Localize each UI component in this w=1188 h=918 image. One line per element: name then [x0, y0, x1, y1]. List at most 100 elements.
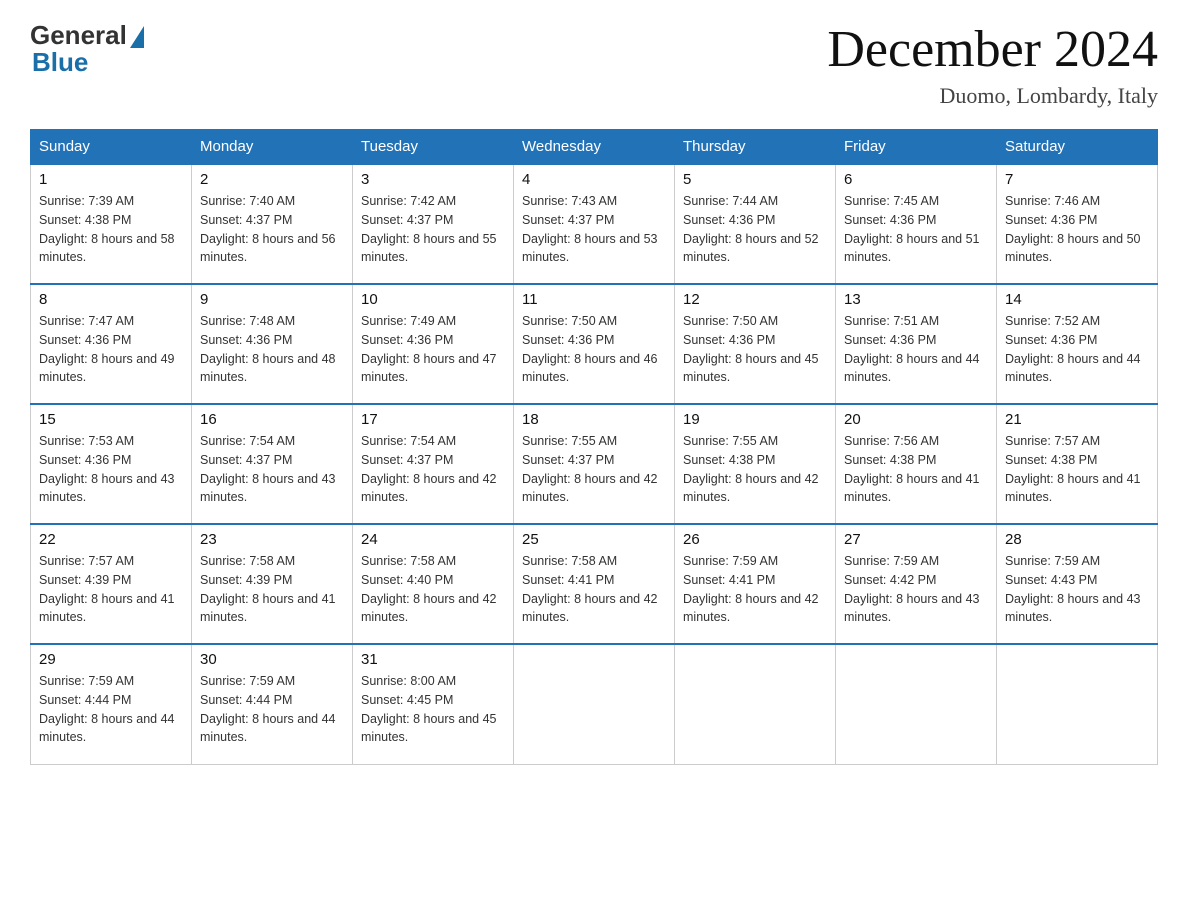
day-info: Sunrise: 7:58 AM Sunset: 4:40 PM Dayligh… [361, 552, 505, 627]
day-number: 30 [200, 651, 344, 668]
calendar-cell [675, 644, 836, 764]
weekday-header-wednesday: Wednesday [514, 130, 675, 165]
day-number: 7 [1005, 171, 1149, 188]
calendar-cell: 13 Sunrise: 7:51 AM Sunset: 4:36 PM Dayl… [836, 284, 997, 404]
day-number: 6 [844, 171, 988, 188]
day-info: Sunrise: 7:55 AM Sunset: 4:37 PM Dayligh… [522, 432, 666, 507]
day-number: 3 [361, 171, 505, 188]
day-number: 11 [522, 291, 666, 308]
weekday-header-thursday: Thursday [675, 130, 836, 165]
day-number: 17 [361, 411, 505, 428]
day-number: 18 [522, 411, 666, 428]
calendar-week-row: 8 Sunrise: 7:47 AM Sunset: 4:36 PM Dayli… [31, 284, 1158, 404]
weekday-header-sunday: Sunday [31, 130, 192, 165]
day-number: 26 [683, 531, 827, 548]
calendar-cell: 3 Sunrise: 7:42 AM Sunset: 4:37 PM Dayli… [353, 164, 514, 284]
weekday-header-saturday: Saturday [997, 130, 1158, 165]
day-info: Sunrise: 7:59 AM Sunset: 4:44 PM Dayligh… [39, 672, 183, 747]
calendar-table: SundayMondayTuesdayWednesdayThursdayFrid… [30, 129, 1158, 765]
calendar-week-row: 29 Sunrise: 7:59 AM Sunset: 4:44 PM Dayl… [31, 644, 1158, 764]
calendar-cell: 29 Sunrise: 7:59 AM Sunset: 4:44 PM Dayl… [31, 644, 192, 764]
day-number: 4 [522, 171, 666, 188]
day-info: Sunrise: 7:43 AM Sunset: 4:37 PM Dayligh… [522, 192, 666, 267]
day-info: Sunrise: 7:44 AM Sunset: 4:36 PM Dayligh… [683, 192, 827, 267]
day-info: Sunrise: 7:46 AM Sunset: 4:36 PM Dayligh… [1005, 192, 1149, 267]
calendar-cell: 17 Sunrise: 7:54 AM Sunset: 4:37 PM Dayl… [353, 404, 514, 524]
calendar-cell [514, 644, 675, 764]
day-number: 19 [683, 411, 827, 428]
day-number: 8 [39, 291, 183, 308]
calendar-cell: 14 Sunrise: 7:52 AM Sunset: 4:36 PM Dayl… [997, 284, 1158, 404]
day-number: 23 [200, 531, 344, 548]
day-info: Sunrise: 7:57 AM Sunset: 4:38 PM Dayligh… [1005, 432, 1149, 507]
calendar-cell: 28 Sunrise: 7:59 AM Sunset: 4:43 PM Dayl… [997, 524, 1158, 644]
calendar-cell: 24 Sunrise: 7:58 AM Sunset: 4:40 PM Dayl… [353, 524, 514, 644]
calendar-cell [836, 644, 997, 764]
day-info: Sunrise: 7:59 AM Sunset: 4:41 PM Dayligh… [683, 552, 827, 627]
calendar-cell: 25 Sunrise: 7:58 AM Sunset: 4:41 PM Dayl… [514, 524, 675, 644]
day-number: 15 [39, 411, 183, 428]
calendar-cell: 26 Sunrise: 7:59 AM Sunset: 4:41 PM Dayl… [675, 524, 836, 644]
logo: General Blue [30, 20, 144, 78]
day-info: Sunrise: 7:58 AM Sunset: 4:39 PM Dayligh… [200, 552, 344, 627]
day-number: 12 [683, 291, 827, 308]
day-info: Sunrise: 8:00 AM Sunset: 4:45 PM Dayligh… [361, 672, 505, 747]
day-number: 13 [844, 291, 988, 308]
calendar-cell: 21 Sunrise: 7:57 AM Sunset: 4:38 PM Dayl… [997, 404, 1158, 524]
calendar-cell: 19 Sunrise: 7:55 AM Sunset: 4:38 PM Dayl… [675, 404, 836, 524]
day-info: Sunrise: 7:53 AM Sunset: 4:36 PM Dayligh… [39, 432, 183, 507]
day-info: Sunrise: 7:51 AM Sunset: 4:36 PM Dayligh… [844, 312, 988, 387]
day-number: 22 [39, 531, 183, 548]
weekday-header-monday: Monday [192, 130, 353, 165]
logo-blue-text: Blue [32, 47, 88, 78]
day-info: Sunrise: 7:54 AM Sunset: 4:37 PM Dayligh… [361, 432, 505, 507]
day-info: Sunrise: 7:50 AM Sunset: 4:36 PM Dayligh… [522, 312, 666, 387]
calendar-week-row: 1 Sunrise: 7:39 AM Sunset: 4:38 PM Dayli… [31, 164, 1158, 284]
day-info: Sunrise: 7:55 AM Sunset: 4:38 PM Dayligh… [683, 432, 827, 507]
calendar-week-row: 22 Sunrise: 7:57 AM Sunset: 4:39 PM Dayl… [31, 524, 1158, 644]
calendar-cell: 6 Sunrise: 7:45 AM Sunset: 4:36 PM Dayli… [836, 164, 997, 284]
calendar-cell: 15 Sunrise: 7:53 AM Sunset: 4:36 PM Dayl… [31, 404, 192, 524]
day-info: Sunrise: 7:49 AM Sunset: 4:36 PM Dayligh… [361, 312, 505, 387]
day-number: 29 [39, 651, 183, 668]
calendar-cell: 16 Sunrise: 7:54 AM Sunset: 4:37 PM Dayl… [192, 404, 353, 524]
day-info: Sunrise: 7:58 AM Sunset: 4:41 PM Dayligh… [522, 552, 666, 627]
day-info: Sunrise: 7:59 AM Sunset: 4:42 PM Dayligh… [844, 552, 988, 627]
day-info: Sunrise: 7:56 AM Sunset: 4:38 PM Dayligh… [844, 432, 988, 507]
calendar-cell: 11 Sunrise: 7:50 AM Sunset: 4:36 PM Dayl… [514, 284, 675, 404]
day-info: Sunrise: 7:54 AM Sunset: 4:37 PM Dayligh… [200, 432, 344, 507]
calendar-cell: 31 Sunrise: 8:00 AM Sunset: 4:45 PM Dayl… [353, 644, 514, 764]
day-number: 20 [844, 411, 988, 428]
calendar-cell: 9 Sunrise: 7:48 AM Sunset: 4:36 PM Dayli… [192, 284, 353, 404]
calendar-cell: 27 Sunrise: 7:59 AM Sunset: 4:42 PM Dayl… [836, 524, 997, 644]
day-number: 16 [200, 411, 344, 428]
logo-triangle-icon [130, 26, 144, 48]
day-number: 24 [361, 531, 505, 548]
day-number: 27 [844, 531, 988, 548]
day-number: 10 [361, 291, 505, 308]
day-number: 21 [1005, 411, 1149, 428]
day-number: 31 [361, 651, 505, 668]
day-number: 9 [200, 291, 344, 308]
calendar-cell [997, 644, 1158, 764]
day-info: Sunrise: 7:40 AM Sunset: 4:37 PM Dayligh… [200, 192, 344, 267]
calendar-cell: 2 Sunrise: 7:40 AM Sunset: 4:37 PM Dayli… [192, 164, 353, 284]
month-title: December 2024 [827, 20, 1158, 79]
day-number: 1 [39, 171, 183, 188]
calendar-cell: 22 Sunrise: 7:57 AM Sunset: 4:39 PM Dayl… [31, 524, 192, 644]
day-info: Sunrise: 7:39 AM Sunset: 4:38 PM Dayligh… [39, 192, 183, 267]
calendar-header-row: SundayMondayTuesdayWednesdayThursdayFrid… [31, 130, 1158, 165]
day-info: Sunrise: 7:42 AM Sunset: 4:37 PM Dayligh… [361, 192, 505, 267]
calendar-cell: 12 Sunrise: 7:50 AM Sunset: 4:36 PM Dayl… [675, 284, 836, 404]
day-number: 14 [1005, 291, 1149, 308]
weekday-header-tuesday: Tuesday [353, 130, 514, 165]
weekday-header-friday: Friday [836, 130, 997, 165]
calendar-cell: 18 Sunrise: 7:55 AM Sunset: 4:37 PM Dayl… [514, 404, 675, 524]
day-number: 28 [1005, 531, 1149, 548]
calendar-cell: 8 Sunrise: 7:47 AM Sunset: 4:36 PM Dayli… [31, 284, 192, 404]
calendar-week-row: 15 Sunrise: 7:53 AM Sunset: 4:36 PM Dayl… [31, 404, 1158, 524]
day-info: Sunrise: 7:48 AM Sunset: 4:36 PM Dayligh… [200, 312, 344, 387]
calendar-cell: 20 Sunrise: 7:56 AM Sunset: 4:38 PM Dayl… [836, 404, 997, 524]
day-info: Sunrise: 7:59 AM Sunset: 4:43 PM Dayligh… [1005, 552, 1149, 627]
calendar-cell: 23 Sunrise: 7:58 AM Sunset: 4:39 PM Dayl… [192, 524, 353, 644]
